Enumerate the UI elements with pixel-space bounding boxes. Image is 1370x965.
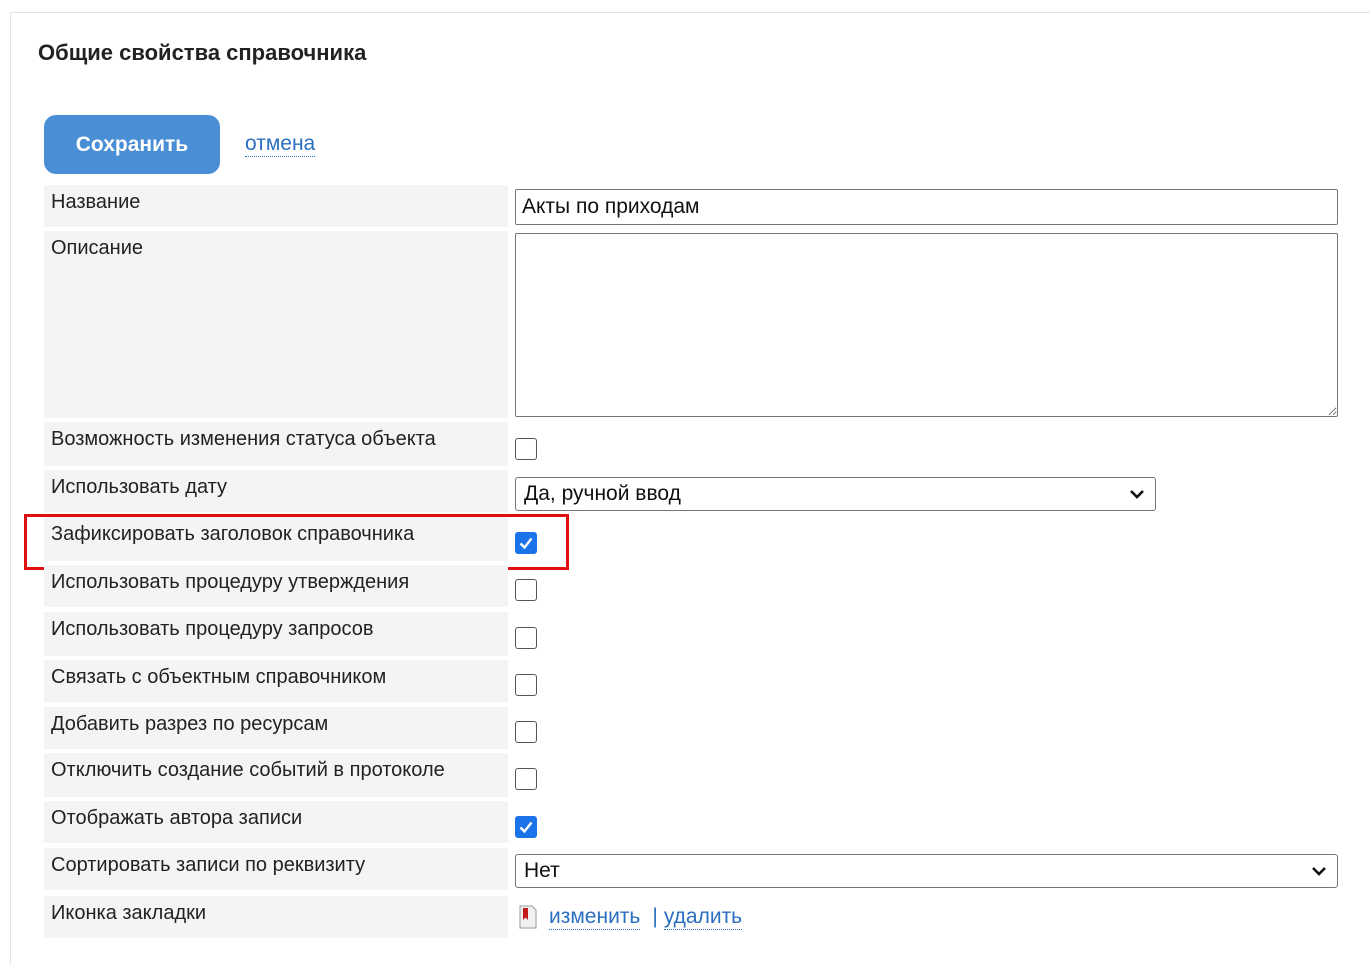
cancel-link[interactable]: отмена — [245, 132, 316, 157]
disable-events-checkbox[interactable] — [515, 768, 537, 790]
description-label: Описание — [44, 231, 508, 418]
page-title: Общие свойства справочника — [38, 40, 367, 65]
show-author-checkbox[interactable] — [515, 816, 537, 838]
bookmark-icon — [519, 905, 537, 929]
save-button[interactable]: Сохранить — [44, 115, 220, 174]
checkmark-icon — [519, 821, 533, 834]
sort-by-select[interactable]: Нет — [515, 854, 1338, 888]
delete-icon-link[interactable]: удалить — [663, 905, 743, 930]
resources-label: Добавить разрез по ресурсам — [44, 707, 508, 749]
change-icon-link[interactable]: изменить — [549, 905, 641, 930]
use-date-select[interactable]: Да, ручной ввод — [515, 477, 1156, 511]
description-textarea[interactable] — [515, 233, 1338, 417]
use-date-label: Использовать дату — [44, 470, 508, 512]
name-label: Название — [44, 185, 508, 227]
resources-checkbox[interactable] — [515, 721, 537, 743]
separator: | — [652, 905, 658, 928]
requests-label: Использовать процедуру запросов — [44, 612, 508, 656]
requests-checkbox[interactable] — [515, 627, 537, 649]
approval-label: Использовать процедуру утверждения — [44, 565, 508, 607]
use-date-select-value: Да, ручной ввод — [524, 482, 681, 505]
status-change-label: Возможность изменения статуса объекта — [44, 422, 508, 466]
name-input[interactable] — [515, 189, 1338, 225]
approval-checkbox[interactable] — [515, 579, 537, 601]
highlight-frame — [24, 514, 569, 570]
status-change-checkbox[interactable] — [515, 438, 537, 460]
sort-by-select-value: Нет — [524, 859, 560, 882]
tab-icon-actions: изменить | удалить — [517, 902, 743, 932]
tab-icon-label: Иконка закладки — [44, 896, 508, 938]
disable-events-label: Отключить создание событий в протоколе — [44, 753, 508, 797]
link-object-label: Связать с объектным справочником — [44, 660, 508, 702]
show-author-label: Отображать автора записи — [44, 801, 508, 843]
link-object-checkbox[interactable] — [515, 674, 537, 696]
chevron-down-icon — [1130, 490, 1144, 499]
sort-by-label: Сортировать записи по реквизиту — [44, 848, 508, 890]
chevron-down-icon — [1312, 867, 1326, 876]
